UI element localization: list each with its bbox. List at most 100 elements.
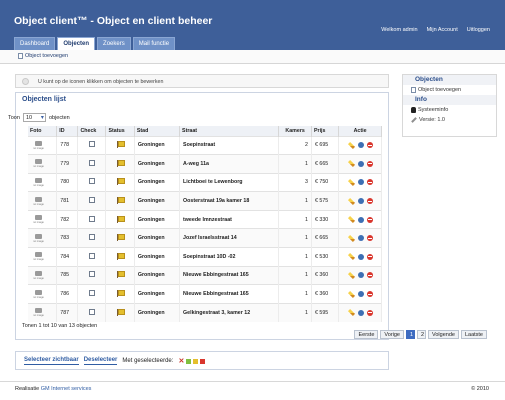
delete-selected-icon[interactable]: ✕ [178,357,184,365]
pager-next[interactable]: Volgende [428,330,459,339]
col-stad[interactable]: Stad [134,126,181,136]
footer-credit-link[interactable]: GM Internet services [41,386,92,392]
sidebar-item-systeminfo[interactable]: Systeeminfo [403,105,496,115]
photo-thumbnail[interactable]: no image [31,307,46,319]
col-status[interactable]: Status [105,126,135,136]
status-flag-icon[interactable] [117,159,126,167]
status-flag-icon[interactable] [117,290,126,298]
delete-icon[interactable] [366,309,373,316]
edit-icon[interactable] [347,160,355,168]
edit-icon[interactable] [347,271,355,279]
logout-link[interactable]: Uitloggen [467,27,490,33]
status-flag-icon[interactable] [117,178,126,186]
edit-icon[interactable] [347,178,355,187]
row-checkbox[interactable] [88,141,95,148]
row-checkbox[interactable] [88,271,95,278]
deselect-button[interactable]: Deselecteer [83,357,118,365]
delete-icon[interactable] [366,272,373,279]
edit-icon[interactable] [347,197,355,205]
photo-label: no image [33,146,44,150]
user-icon[interactable] [357,272,364,279]
pager-last[interactable]: Laatste [460,330,487,339]
delete-icon[interactable] [366,216,373,223]
row-checkbox[interactable] [88,252,95,259]
delete-icon[interactable] [366,179,373,186]
select-visible-button[interactable]: Selecteer zichtbaar [24,357,79,365]
user-icon[interactable] [357,291,364,298]
row-checkbox[interactable] [88,234,95,241]
status-flag-icon[interactable] [117,197,126,205]
status-flag-icon[interactable] [117,308,126,316]
check-cell [77,172,107,192]
col-straat[interactable]: Straat [179,126,280,136]
row-checkbox[interactable] [88,197,95,204]
status-flag-icon[interactable] [117,252,126,260]
user-icon[interactable] [357,253,364,260]
delete-icon[interactable] [366,235,373,242]
delete-icon[interactable] [366,160,373,167]
user-icon[interactable] [357,216,364,223]
photo-cell: no image [28,154,58,174]
sidebar-item-add-object[interactable]: Object toevoegen [403,85,496,95]
edit-icon[interactable] [347,290,355,298]
edit-icon[interactable] [347,234,355,242]
tab-zoekers[interactable]: Zoekers [97,37,131,50]
welcome-link[interactable]: Welkom admin [381,27,417,33]
row-checkbox[interactable] [88,290,95,297]
flag-green-icon[interactable] [186,358,192,364]
user-icon[interactable] [357,142,364,149]
delete-icon[interactable] [366,198,373,205]
user-icon[interactable] [357,179,364,186]
delete-icon[interactable] [366,253,373,260]
col-foto[interactable]: Foto [28,126,58,136]
photo-thumbnail[interactable]: no image [31,176,46,188]
pager-prev[interactable]: Vorige [380,330,404,339]
status-flag-icon[interactable] [117,141,126,149]
photo-thumbnail[interactable]: no image [31,251,46,263]
edit-icon[interactable] [347,253,355,261]
flag-red-icon[interactable] [200,358,206,364]
tab-dashboard[interactable]: Dashboard [14,37,56,50]
status-flag-icon[interactable] [117,215,126,223]
user-icon[interactable] [357,160,364,167]
col-actie: Actie [338,126,382,136]
status-flag-icon[interactable] [117,271,126,279]
col-prijs[interactable]: Prijs [311,126,340,136]
check-cell [77,135,107,155]
photo-thumbnail[interactable]: no image [31,158,46,170]
photo-thumbnail[interactable]: no image [31,232,46,244]
my-account-link[interactable]: Mijn Account [427,27,458,33]
edit-icon[interactable] [347,309,355,317]
edit-icon[interactable] [347,216,355,224]
col-id[interactable]: ID [56,126,79,136]
tab-mail-functie[interactable]: Mail functie [132,37,176,50]
delete-icon[interactable] [366,291,373,298]
id-cell: 778 [56,135,79,155]
photo-thumbnail[interactable]: no image [31,288,46,300]
photo-thumbnail[interactable]: no image [31,139,46,151]
user-icon[interactable] [357,235,364,242]
col-kamers[interactable]: Kamers [278,126,312,136]
row-checkbox[interactable] [88,215,95,222]
status-flag-icon[interactable] [117,234,126,242]
flag-yellow-icon[interactable] [193,358,199,364]
photo-thumbnail[interactable]: no image [31,214,46,226]
row-checkbox[interactable] [88,178,95,185]
show-count-select[interactable]: 10 [22,113,46,122]
delete-icon[interactable] [366,142,373,149]
pager-page-2[interactable]: 2 [417,330,426,339]
photo-thumbnail[interactable]: no image [31,195,46,207]
photo-label: no image [33,239,44,243]
user-icon[interactable] [357,309,364,316]
tab-objecten[interactable]: Objecten [57,37,96,51]
id-cell: 781 [56,191,79,211]
edit-icon[interactable] [347,141,355,149]
pager-page-1[interactable]: 1 [406,330,415,339]
photo-thumbnail[interactable]: no image [31,269,46,281]
pager-first[interactable]: Eerste [354,330,379,339]
user-icon[interactable] [357,198,364,205]
add-object-link[interactable]: Object toevoegen [18,53,68,59]
row-checkbox[interactable] [88,308,95,315]
row-checkbox[interactable] [88,159,95,166]
actie-cell [338,265,382,285]
